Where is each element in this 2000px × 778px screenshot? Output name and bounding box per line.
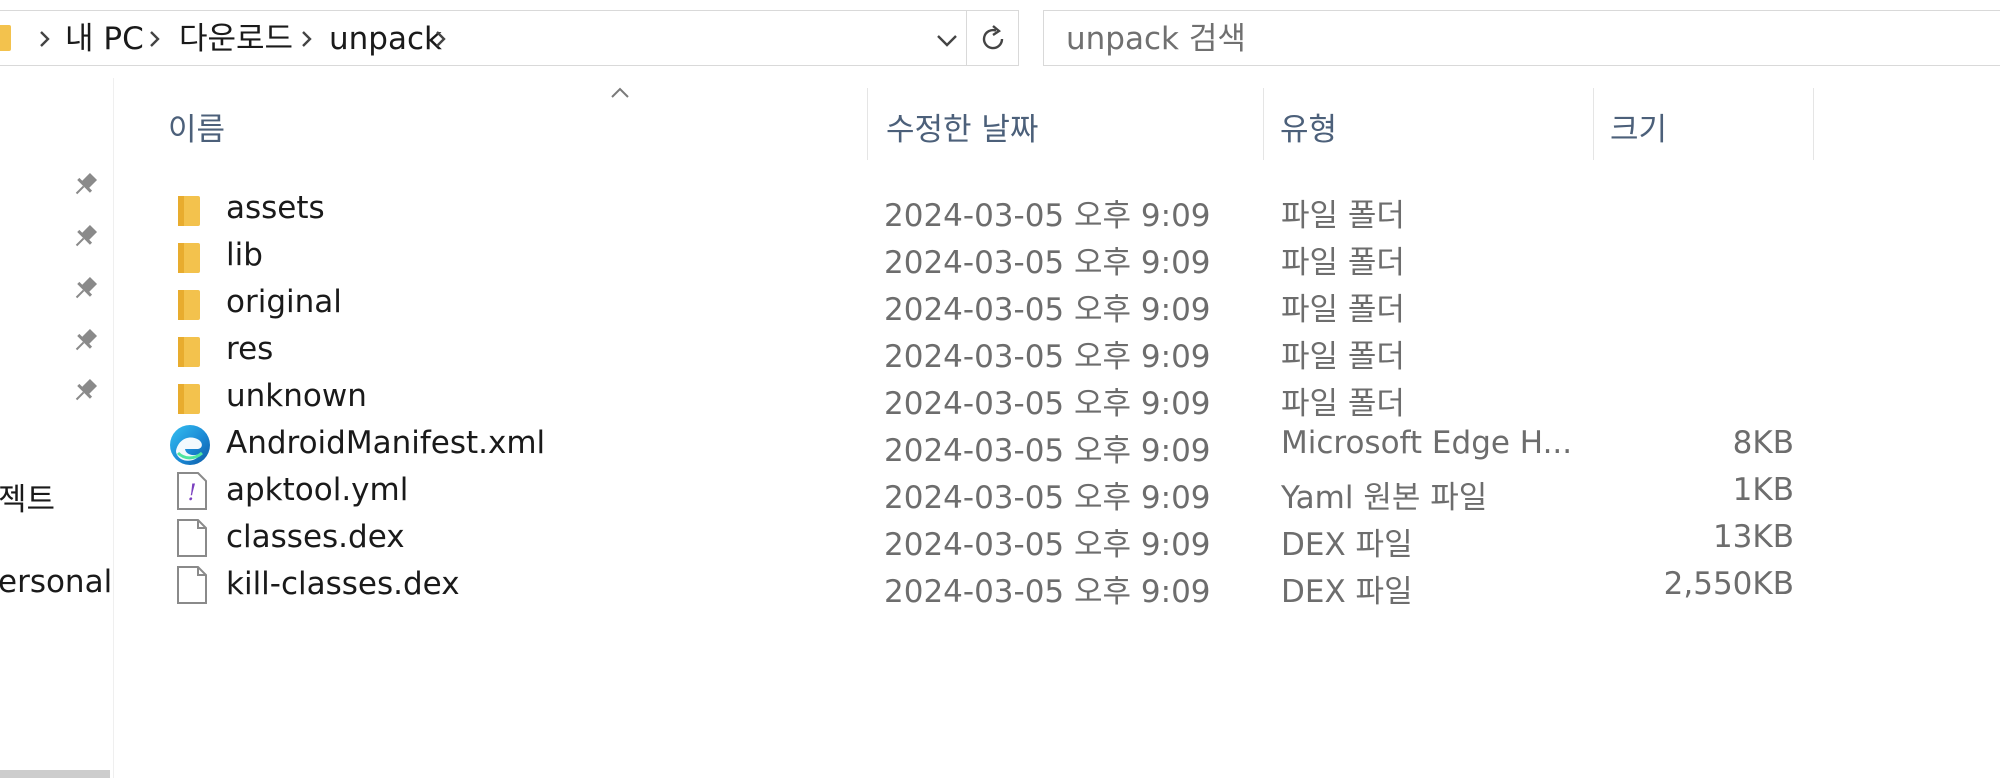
file-type: DEX 파일 bbox=[1281, 574, 1413, 610]
folder-icon bbox=[172, 237, 212, 277]
search-input[interactable] bbox=[1066, 21, 1966, 57]
breadcrumb-this-pc[interactable]: 내 PC bbox=[65, 22, 144, 56]
refresh-icon bbox=[982, 25, 1004, 50]
file-size: 2,550KB bbox=[1663, 566, 1794, 602]
list-item[interactable]: kill-classes.dex 2024-03-05 오후 9:09 DEX … bbox=[164, 554, 1914, 612]
column-header-modified[interactable]: 수정한 날짜 bbox=[868, 88, 1264, 160]
column-header-type[interactable]: 유형 bbox=[1264, 88, 1594, 160]
file-name: AndroidManifest.xml bbox=[226, 425, 546, 461]
file-name: lib bbox=[226, 237, 263, 273]
navigation-pane: 젝트 ersonal bbox=[0, 78, 114, 778]
pin-icon bbox=[68, 324, 102, 358]
file-name: unknown bbox=[226, 378, 367, 414]
folder-icon bbox=[0, 25, 11, 51]
folder-icon bbox=[172, 331, 212, 371]
chevron-right-icon[interactable] bbox=[143, 25, 167, 53]
file-size: 8KB bbox=[1732, 425, 1794, 461]
column-header-label: 수정한 날짜 bbox=[886, 112, 1039, 148]
nav-item-personal[interactable]: ersonal bbox=[0, 564, 112, 600]
column-header-size[interactable]: 크기 bbox=[1594, 88, 1814, 160]
chevron-right-icon[interactable] bbox=[295, 25, 319, 53]
toolbar: 내 PC 다운로드 unpack bbox=[0, 0, 2000, 78]
edge-icon bbox=[170, 425, 212, 465]
folder-icon bbox=[172, 284, 212, 324]
pin-icon bbox=[68, 374, 102, 408]
sort-ascending-icon bbox=[611, 87, 629, 98]
pin-icon bbox=[68, 168, 102, 202]
folder-icon bbox=[172, 378, 212, 418]
column-header-label: 유형 bbox=[1280, 112, 1338, 148]
column-headers: 이름 수정한 날짜 유형 크기 bbox=[114, 87, 2000, 160]
horizontal-scrollbar[interactable] bbox=[0, 770, 110, 778]
file-name: original bbox=[226, 284, 342, 320]
yaml-file-icon: ! bbox=[172, 472, 212, 512]
column-header-name[interactable]: 이름 bbox=[114, 87, 868, 160]
column-header-label: 크기 bbox=[1610, 112, 1668, 148]
svg-text:!: ! bbox=[188, 481, 197, 506]
file-icon bbox=[172, 519, 212, 559]
file-name: assets bbox=[226, 190, 325, 226]
file-name: classes.dex bbox=[226, 519, 405, 555]
nav-item-project[interactable]: 젝트 bbox=[0, 474, 55, 519]
folder-icon bbox=[172, 190, 212, 230]
search-box[interactable] bbox=[1043, 10, 2000, 66]
pin-icon bbox=[68, 272, 102, 306]
file-name: kill-classes.dex bbox=[226, 566, 460, 602]
file-name: res bbox=[226, 331, 274, 367]
breadcrumb-downloads[interactable]: 다운로드 bbox=[179, 22, 293, 56]
file-icon bbox=[172, 566, 212, 606]
chevron-down-icon[interactable] bbox=[931, 25, 963, 55]
chevron-right-icon[interactable] bbox=[429, 25, 453, 53]
file-size: 13KB bbox=[1712, 519, 1794, 555]
address-bar[interactable]: 내 PC 다운로드 unpack bbox=[0, 10, 967, 66]
breadcrumb-unpack[interactable]: unpack bbox=[329, 22, 442, 56]
column-header-label: 이름 bbox=[168, 112, 226, 148]
pin-icon bbox=[68, 220, 102, 254]
file-type: Microsoft Edge H... bbox=[1281, 425, 1571, 461]
file-modified: 2024-03-05 오후 9:09 bbox=[884, 574, 1211, 610]
chevron-right-icon[interactable] bbox=[33, 25, 57, 53]
file-name: apktool.yml bbox=[226, 472, 409, 508]
refresh-button[interactable] bbox=[967, 10, 1019, 66]
file-size: 1KB bbox=[1732, 472, 1794, 508]
